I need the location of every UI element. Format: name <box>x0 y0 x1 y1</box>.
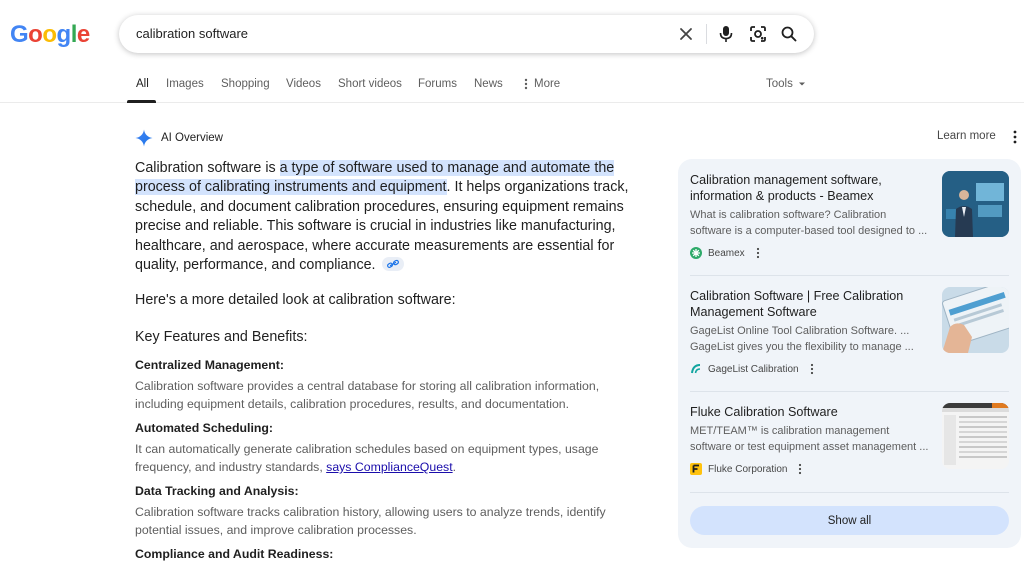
intro-text: Calibration software is <box>135 160 280 176</box>
header: Google calibration software <box>0 0 1024 68</box>
clear-icon[interactable] <box>674 22 698 46</box>
source-attribution[interactable]: Beamex <box>690 246 761 260</box>
desc-line: GageList gives you the flexibility to ma… <box>690 341 914 354</box>
search-icon[interactable] <box>777 22 801 46</box>
ai-overview-content: Calibration software is a type of softwa… <box>135 159 645 561</box>
feature-text: It can automatically generate calibratio… <box>135 440 645 476</box>
desc-line: software is a computer-based tool design… <box>690 225 928 238</box>
source-card-description: GageList Online Tool Calibration Softwar… <box>690 323 935 356</box>
tab-more-label: More <box>534 78 561 90</box>
tools-button[interactable]: Tools <box>766 78 806 90</box>
google-logo[interactable]: Google <box>10 21 90 49</box>
link-icon <box>386 260 399 269</box>
tools-label: Tools <box>766 78 793 90</box>
source-card-title[interactable]: Calibration Software | Free Calibration … <box>690 288 930 321</box>
compliancequest-link[interactable]: says ComplianceQuest <box>326 460 452 474</box>
tab-more[interactable]: More <box>524 78 560 90</box>
source-link-chip[interactable] <box>381 257 404 272</box>
ai-overview-intro: Calibration software is a type of softwa… <box>135 159 645 275</box>
presenter-image <box>942 171 1009 237</box>
source-card[interactable]: Calibration management software, informa… <box>690 159 1009 275</box>
microphone-icon[interactable] <box>714 22 738 46</box>
source-name: Beamex <box>708 247 745 259</box>
camera-lens-icon[interactable] <box>746 22 770 46</box>
active-tab-indicator <box>127 100 156 103</box>
source-attribution[interactable]: Fluke Corporation <box>690 462 803 476</box>
search-input[interactable]: calibration software <box>136 26 248 41</box>
source-name: Fluke Corporation <box>708 463 788 475</box>
beamex-favicon <box>690 247 702 259</box>
feature-title: Compliance and Audit Readiness: <box>135 547 334 561</box>
logo-letter: G <box>10 21 29 48</box>
tab-images[interactable]: Images <box>166 78 204 90</box>
more-vert-icon <box>524 78 528 90</box>
tab-shopping[interactable]: Shopping <box>221 78 270 90</box>
feature-title: Data Tracking and Analysis: <box>135 484 299 498</box>
source-thumbnail[interactable] <box>942 403 1009 469</box>
source-card[interactable]: Calibration Software | Free Calibration … <box>690 275 1009 391</box>
source-options-icon[interactable] <box>755 247 761 259</box>
logo-letter: o <box>42 21 57 48</box>
software-screenshot-image <box>942 403 1009 469</box>
learn-more-link[interactable]: Learn more <box>937 130 996 142</box>
tab-short-videos[interactable]: Short videos <box>338 78 402 90</box>
source-thumbnail[interactable] <box>942 287 1009 353</box>
source-card-description: MET/TEAM™ is calibration management soft… <box>690 423 935 456</box>
gagelist-favicon <box>690 363 702 375</box>
source-options-icon[interactable] <box>797 463 803 475</box>
source-card-description: What is calibration software? Calibratio… <box>690 207 935 240</box>
search-box[interactable]: calibration software <box>119 15 814 53</box>
section-heading: Key Features and Benefits: <box>135 329 308 345</box>
source-attribution[interactable]: GageList Calibration <box>690 362 815 376</box>
logo-letter: e <box>76 21 90 48</box>
tab-forums[interactable]: Forums <box>418 78 457 90</box>
card-divider <box>690 492 1009 493</box>
feature-text: Calibration software provides a central … <box>135 379 600 411</box>
fluke-favicon <box>690 463 702 475</box>
desc-line: software or test equipment asset managem… <box>690 441 929 454</box>
tab-all[interactable]: All <box>136 78 149 90</box>
tab-news[interactable]: News <box>474 78 503 90</box>
feature-text-end: . <box>452 460 457 474</box>
tablet-hand-image <box>942 287 1009 353</box>
source-options-icon[interactable] <box>809 363 815 375</box>
source-card-title[interactable]: Fluke Calibration Software <box>690 404 930 420</box>
source-card[interactable]: Fluke Calibration Software MET/TEAM™ is … <box>690 391 1009 507</box>
desc-line: What is calibration software? Calibratio… <box>690 209 887 221</box>
detail-intro: Here's a more detailed look at calibrati… <box>135 292 456 308</box>
logo-letter: g <box>56 21 72 48</box>
more-options-icon[interactable] <box>1010 129 1020 145</box>
source-name: GageList Calibration <box>708 363 799 375</box>
gemini-sparkle-icon <box>135 129 153 147</box>
sources-panel: Calibration management software, informa… <box>678 159 1021 548</box>
tab-videos[interactable]: Videos <box>286 78 321 90</box>
search-divider <box>706 24 707 44</box>
feature-text: Calibration software tracks calibration … <box>135 505 606 537</box>
desc-line: GageList Online Tool Calibration Softwar… <box>690 325 910 337</box>
caret-down-icon <box>798 82 805 86</box>
ai-overview-label: AI Overview <box>161 132 223 144</box>
search-tabs: All Images Shopping Videos Short videos … <box>0 68 1024 103</box>
source-thumbnail[interactable] <box>942 171 1009 237</box>
source-card-title[interactable]: Calibration management software, informa… <box>690 172 930 205</box>
feature-title: Centralized Management: <box>135 358 284 372</box>
desc-line: MET/TEAM™ is calibration management <box>690 425 890 437</box>
feature-title: Automated Scheduling: <box>135 421 273 435</box>
ai-overview-header: AI Overview <box>135 128 223 148</box>
show-all-button[interactable]: Show all <box>690 506 1009 535</box>
logo-letter: o <box>28 21 43 48</box>
